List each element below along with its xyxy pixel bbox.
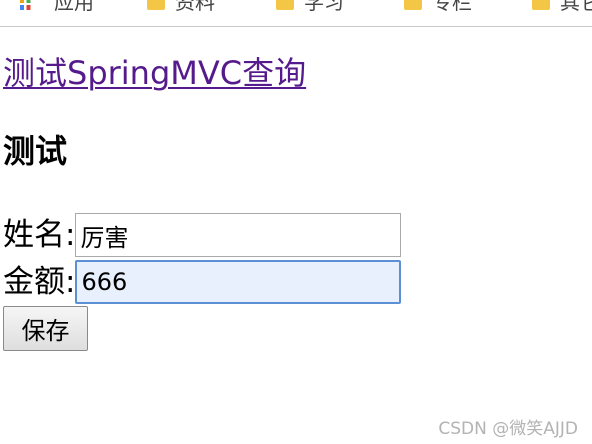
bookmark-label: 专栏 <box>432 0 472 14</box>
folder-icon <box>532 0 550 10</box>
bookmark-apps[interactable]: 应用 <box>20 0 94 14</box>
bookmark-folder-3[interactable]: 专栏 <box>404 0 472 14</box>
bookmark-folder-1[interactable]: 资料 <box>147 0 215 14</box>
bookmark-folder-4[interactable]: 其它 <box>532 0 592 14</box>
bookmark-label: 其它 <box>560 0 592 14</box>
spring-mvc-query-link[interactable]: 测试SpringMVC查询 <box>3 48 306 94</box>
page-title: 测试 <box>3 132 68 170</box>
bookmark-folder-2[interactable]: 学习 <box>276 0 344 14</box>
name-row: 姓名: <box>3 213 402 257</box>
folder-icon <box>147 0 165 10</box>
folder-icon <box>276 0 294 10</box>
amount-label: 金额: <box>3 264 76 300</box>
name-input[interactable] <box>75 213 402 257</box>
amount-row: 金额: <box>3 260 402 304</box>
apps-icon <box>20 0 34 10</box>
bookmark-label: 应用 <box>54 0 94 14</box>
csdn-watermark: CSDN @微笑AJJD <box>438 419 578 439</box>
bookmarks-bar: 应用 资料 学习 专栏 其它 <box>0 0 592 27</box>
amount-input[interactable] <box>75 260 402 304</box>
name-label: 姓名: <box>3 217 76 253</box>
bookmark-label: 资料 <box>175 0 215 14</box>
folder-icon <box>404 0 422 10</box>
bookmark-label: 学习 <box>304 0 344 14</box>
save-button[interactable]: 保存 <box>3 306 88 351</box>
